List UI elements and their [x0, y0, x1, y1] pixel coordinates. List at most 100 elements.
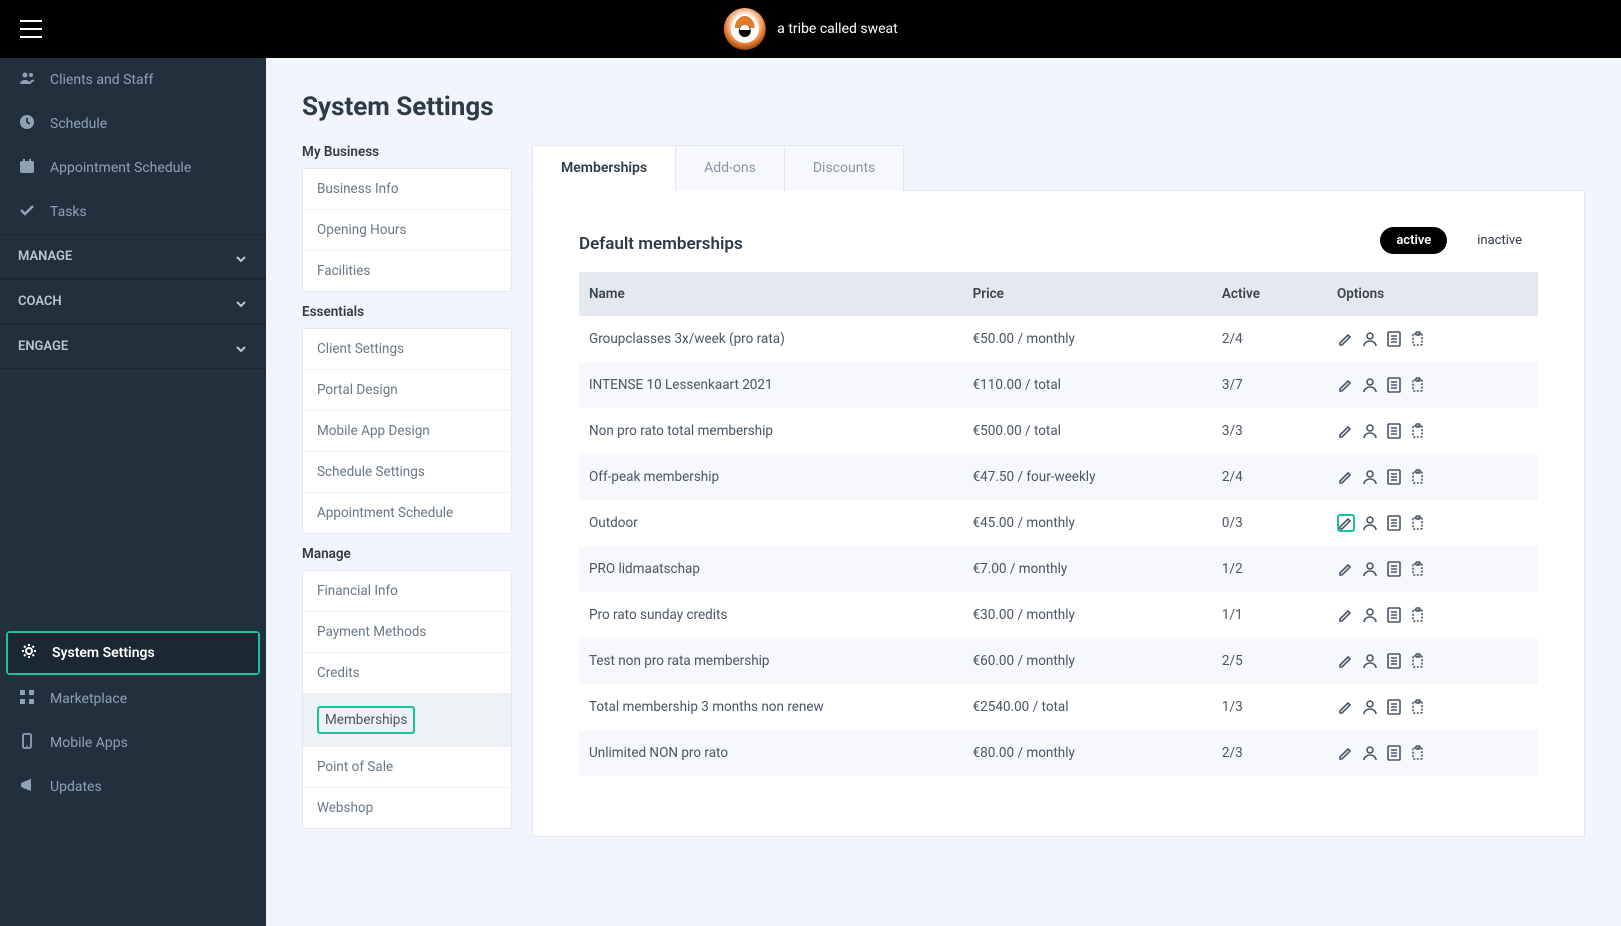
- settings-nav-item[interactable]: Payment Methods: [303, 612, 511, 653]
- filter-active[interactable]: active: [1380, 227, 1447, 254]
- cell-price: €30.00 / monthly: [963, 592, 1212, 638]
- sidebar-section-manage[interactable]: MANAGE: [0, 234, 266, 279]
- edit-button[interactable]: [1337, 560, 1355, 578]
- sidebar-item-appointment-schedule[interactable]: Appointment Schedule: [0, 146, 266, 190]
- col-name: Name: [579, 272, 963, 316]
- settings-nav-item[interactable]: Memberships: [303, 694, 511, 747]
- edit-button[interactable]: [1337, 514, 1355, 532]
- copy-button[interactable]: [1409, 652, 1427, 670]
- brand-logo-icon: [723, 8, 765, 50]
- edit-button[interactable]: [1337, 468, 1355, 486]
- cell-options: [1327, 546, 1538, 592]
- details-button[interactable]: [1385, 652, 1403, 670]
- edit-button[interactable]: [1337, 652, 1355, 670]
- sidebar-highlight-box: System Settings: [6, 631, 260, 675]
- table-row: PRO lidmaatschap€7.00 / monthly1/2: [579, 546, 1538, 592]
- members-button[interactable]: [1361, 606, 1379, 624]
- copy-button[interactable]: [1409, 330, 1427, 348]
- members-button[interactable]: [1361, 698, 1379, 716]
- sidebar-item-label: Marketplace: [50, 691, 248, 707]
- i-doc-icon: [1386, 515, 1402, 531]
- sidebar-item-schedule[interactable]: Schedule: [0, 102, 266, 146]
- settings-nav-item[interactable]: Schedule Settings: [303, 452, 511, 493]
- settings-nav-item[interactable]: Webshop: [303, 788, 511, 828]
- members-button[interactable]: [1361, 560, 1379, 578]
- details-button[interactable]: [1385, 698, 1403, 716]
- sidebar-item-marketplace[interactable]: Marketplace: [0, 677, 266, 721]
- chevron-down-icon: [234, 297, 248, 307]
- cell-active: 2/4: [1212, 316, 1327, 362]
- sidebar-item-updates[interactable]: Updates: [0, 765, 266, 809]
- settings-nav-item[interactable]: Financial Info: [303, 571, 511, 612]
- members-button[interactable]: [1361, 744, 1379, 762]
- tab-discounts[interactable]: Discounts: [785, 145, 904, 191]
- i-doc-icon: [1386, 653, 1402, 669]
- details-button[interactable]: [1385, 514, 1403, 532]
- settings-nav-item[interactable]: Client Settings: [303, 329, 511, 370]
- settings-nav-item[interactable]: Appointment Schedule: [303, 493, 511, 533]
- cell-options: [1327, 500, 1538, 546]
- members-button[interactable]: [1361, 468, 1379, 486]
- edit-button[interactable]: [1337, 698, 1355, 716]
- brand-name: a tribe called sweat: [777, 21, 897, 37]
- memberships-table: Name Price Active Options Groupclasses 3…: [579, 272, 1538, 776]
- cell-price: €60.00 / monthly: [963, 638, 1212, 684]
- tab-memberships[interactable]: Memberships: [532, 145, 676, 191]
- settings-nav-item[interactable]: Point of Sale: [303, 747, 511, 788]
- sidebar-item-clients[interactable]: Clients and Staff: [0, 58, 266, 102]
- cell-options: [1327, 730, 1538, 776]
- edit-button[interactable]: [1337, 744, 1355, 762]
- copy-button[interactable]: [1409, 422, 1427, 440]
- sidebar-section-engage[interactable]: ENGAGE: [0, 324, 266, 369]
- settings-nav-item[interactable]: Opening Hours: [303, 210, 511, 251]
- edit-button[interactable]: [1337, 606, 1355, 624]
- sidebar-item-label: Schedule: [50, 116, 248, 132]
- calendar-icon: [18, 158, 36, 178]
- copy-button[interactable]: [1409, 468, 1427, 486]
- details-button[interactable]: [1385, 560, 1403, 578]
- i-copy-icon: [1410, 331, 1426, 347]
- members-button[interactable]: [1361, 376, 1379, 394]
- details-button[interactable]: [1385, 606, 1403, 624]
- col-active: Active: [1212, 272, 1327, 316]
- settings-nav-item[interactable]: Mobile App Design: [303, 411, 511, 452]
- copy-button[interactable]: [1409, 514, 1427, 532]
- details-button[interactable]: [1385, 376, 1403, 394]
- edit-button[interactable]: [1337, 422, 1355, 440]
- members-button[interactable]: [1361, 514, 1379, 532]
- details-button[interactable]: [1385, 422, 1403, 440]
- i-copy-icon: [1410, 377, 1426, 393]
- settings-nav-item[interactable]: Facilities: [303, 251, 511, 291]
- details-button[interactable]: [1385, 330, 1403, 348]
- menu-toggle[interactable]: [0, 20, 62, 38]
- details-button[interactable]: [1385, 468, 1403, 486]
- i-doc-icon: [1386, 331, 1402, 347]
- settings-nav-item[interactable]: Portal Design: [303, 370, 511, 411]
- settings-nav-item[interactable]: Credits: [303, 653, 511, 694]
- copy-button[interactable]: [1409, 744, 1427, 762]
- col-options: Options: [1327, 272, 1538, 316]
- copy-button[interactable]: [1409, 698, 1427, 716]
- copy-button[interactable]: [1409, 560, 1427, 578]
- tab-add-ons[interactable]: Add-ons: [676, 145, 785, 191]
- details-button[interactable]: [1385, 744, 1403, 762]
- cell-price: €2540.00 / total: [963, 684, 1212, 730]
- copy-button[interactable]: [1409, 376, 1427, 394]
- settings-nav: My BusinessBusiness InfoOpening HoursFac…: [302, 144, 512, 829]
- settings-group-title: Essentials: [302, 304, 512, 320]
- filter-inactive[interactable]: inactive: [1461, 227, 1538, 254]
- members-button[interactable]: [1361, 652, 1379, 670]
- settings-nav-item[interactable]: Business Info: [303, 169, 511, 210]
- sidebar-section-coach[interactable]: COACH: [0, 279, 266, 324]
- edit-button[interactable]: [1337, 376, 1355, 394]
- cell-options: [1327, 638, 1538, 684]
- i-doc-icon: [1386, 561, 1402, 577]
- sidebar-item-system-settings[interactable]: System Settings: [8, 633, 258, 673]
- members-button[interactable]: [1361, 330, 1379, 348]
- copy-button[interactable]: [1409, 606, 1427, 624]
- edit-button[interactable]: [1337, 330, 1355, 348]
- settings-list: Client SettingsPortal DesignMobile App D…: [302, 328, 512, 534]
- members-button[interactable]: [1361, 422, 1379, 440]
- sidebar-item-tasks[interactable]: Tasks: [0, 190, 266, 234]
- sidebar-item-mobile-apps[interactable]: Mobile Apps: [0, 721, 266, 765]
